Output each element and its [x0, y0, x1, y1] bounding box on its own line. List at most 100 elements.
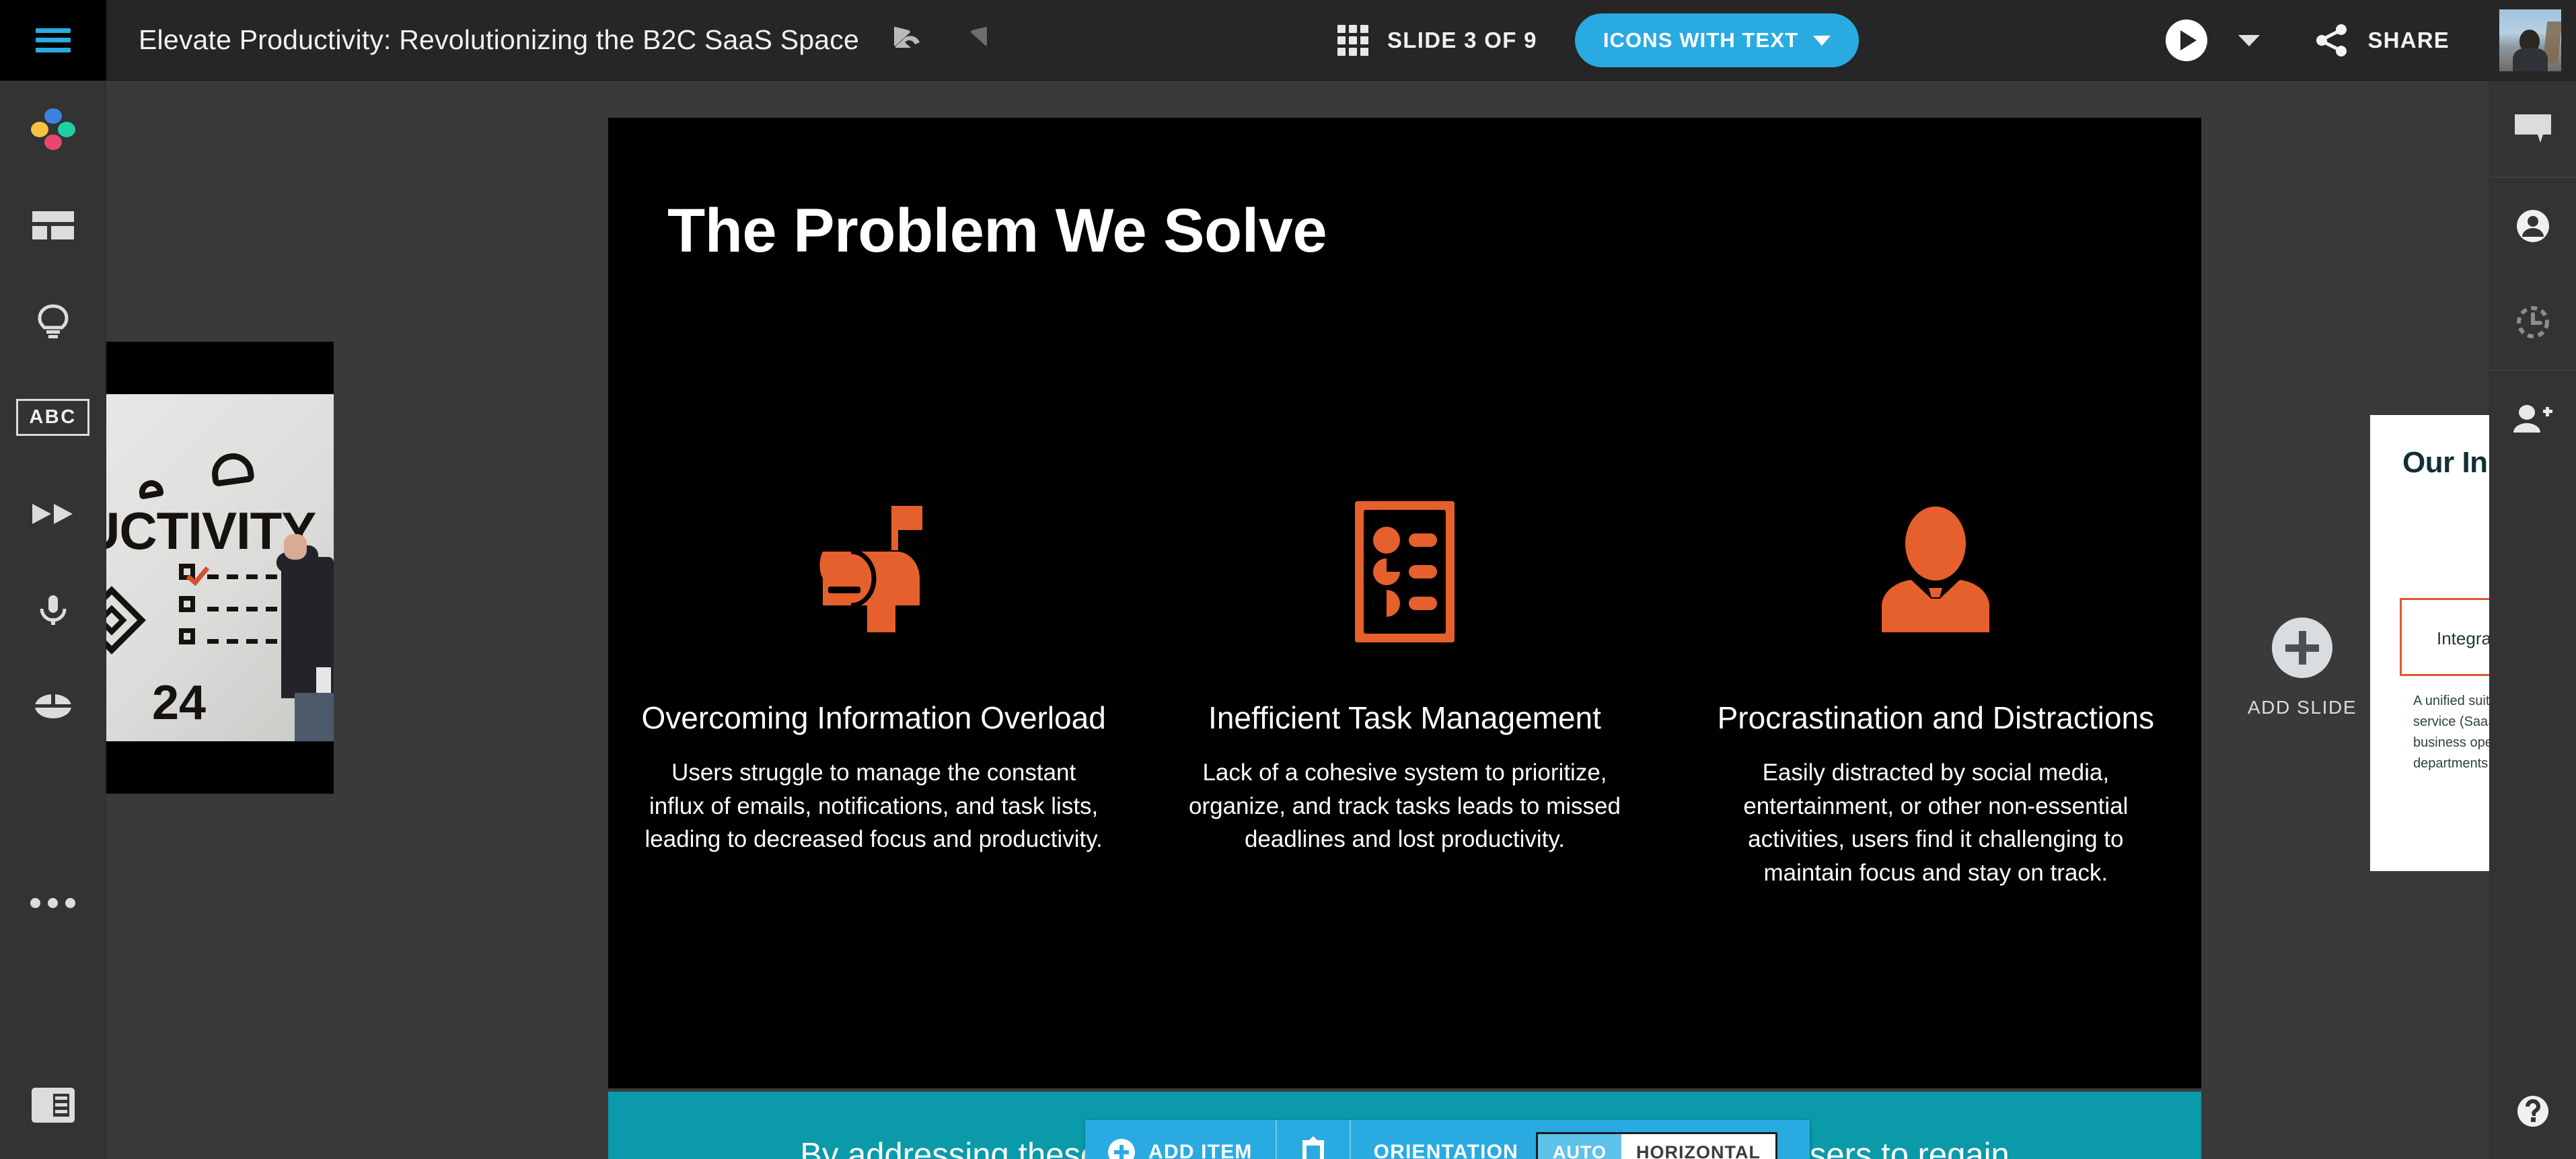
checklist-icon [1354, 501, 1455, 642]
main-menu-button[interactable] [0, 0, 106, 81]
sidebar-item-pointer[interactable] [0, 658, 106, 754]
column-title[interactable]: Procrastination and Distractions [1718, 700, 2154, 736]
column-title[interactable]: Overcoming Information Overload [642, 700, 1106, 736]
clipboard-icon [1302, 1136, 1324, 1159]
column-description[interactable]: Easily distracted by social media, enter… [1703, 756, 2168, 890]
sidebar-item-transitions[interactable] [0, 465, 106, 562]
undo-redo-group [887, 21, 994, 60]
undo-icon [893, 26, 920, 48]
undo-button[interactable] [887, 21, 926, 60]
presentation-editor: Elevate Productivity: Revolutionizing th… [0, 0, 2576, 1159]
grid-view-icon[interactable] [1337, 25, 1368, 56]
dashed-line-2 [207, 607, 287, 611]
top-toolbar: Elevate Productivity: Revolutionizing th… [0, 0, 2576, 81]
share-icon [2316, 24, 2347, 57]
more-horizontal-icon [30, 897, 40, 908]
share-button[interactable]: SHARE [2314, 22, 2450, 59]
slide-counter: SLIDE 3 OF 9 [1387, 28, 1537, 52]
avatar-body [2513, 48, 2548, 71]
next-slide-title: Our Innovative So [2402, 446, 2489, 479]
sidebar-item-colors[interactable] [0, 81, 106, 177]
checklist-icon-wrap [1354, 488, 1455, 656]
top-right-group: SHARE [2166, 0, 2576, 81]
slide-column-1[interactable]: Overcoming Information Overload Users st… [608, 488, 1139, 890]
right-toolbar [2489, 81, 2576, 1159]
add-item-label: ADD ITEM [1148, 1141, 1253, 1159]
slide-title[interactable]: The Problem We Solve [667, 196, 1327, 266]
slide-nav-group: SLIDE 3 OF 9 ICONS WITH TEXT [1337, 0, 1860, 81]
avatar[interactable] [2499, 9, 2561, 71]
slide-column-3[interactable]: Procrastination and Distractions Easily … [1670, 488, 2201, 890]
orientation-option-auto[interactable]: AUTO [1538, 1134, 1622, 1159]
orientation-segmented-control: AUTO HORIZONTAL [1536, 1132, 1778, 1159]
play-icon [2180, 30, 2197, 50]
notes-panel-button[interactable] [0, 1051, 106, 1159]
account-button[interactable] [2490, 178, 2576, 274]
paste-button[interactable] [1277, 1120, 1350, 1159]
layout-selector-button[interactable]: ICONS WITH TEXT [1574, 13, 1860, 67]
slide-columns: Overcoming Information Overload Users st… [608, 488, 2201, 890]
add-slide-button[interactable]: ADD SLIDE [2218, 618, 2386, 718]
lightbulb-icon [37, 303, 69, 338]
redo-icon [971, 26, 987, 46]
orientation-label: ORIENTATION [1373, 1141, 1519, 1159]
dashed-line-3 [207, 639, 287, 644]
redo-button[interactable] [955, 21, 994, 60]
slide-item-toolbar: ADD ITEM ORIENTATION AUTO HORIZONTAL [1085, 1120, 1810, 1159]
plus-circle-icon [1108, 1139, 1135, 1159]
notes-panel-icon [31, 1088, 75, 1123]
invite-button[interactable] [2490, 371, 2576, 467]
column-title[interactable]: Inefficient Task Management [1208, 700, 1601, 736]
column-description[interactable]: Lack of a cohesive system to prioritize,… [1173, 756, 1637, 856]
layout-selector-label: ICONS WITH TEXT [1603, 28, 1799, 52]
left-toolbar: ABC [0, 81, 106, 1159]
heart-doodle-small-icon [137, 478, 164, 500]
version-history-button[interactable] [2490, 274, 2576, 370]
sidebar-item-layout[interactable] [0, 177, 106, 273]
person-photo [273, 526, 334, 741]
checkbox-doodle-2 [179, 596, 195, 612]
comment-icon [2515, 114, 2551, 143]
help-icon [2517, 1095, 2548, 1127]
businessperson-icon [1882, 507, 1990, 632]
slide-column-2[interactable]: Inefficient Task Management Lack of a co… [1139, 488, 1670, 890]
abc-text-icon: ABC [16, 399, 89, 436]
next-slide-box-label: Integrated Platform [2437, 628, 2489, 648]
play-options-chevron-icon[interactable] [2238, 34, 2260, 46]
whiteboard-number: 24 [152, 676, 207, 730]
add-slide-label: ADD SLIDE [2247, 697, 2357, 718]
comments-button[interactable] [2490, 81, 2576, 177]
share-label: SHARE [2367, 28, 2450, 52]
account-icon [2517, 209, 2549, 242]
orientation-option-horizontal[interactable]: HORIZONTAL [1621, 1134, 1776, 1159]
sidebar-item-inspire[interactable] [0, 273, 106, 369]
hamburger-icon [36, 28, 71, 52]
next-slide-highlight-box: Integrated Platform [2400, 598, 2489, 676]
history-icon [2517, 305, 2549, 338]
checkbox-doodle-3 [179, 628, 195, 644]
dashed-line-1 [207, 574, 287, 579]
more-options-button[interactable] [0, 855, 106, 951]
document-title[interactable]: Elevate Productivity: Revolutionizing th… [139, 24, 859, 56]
plus-circle-icon [2272, 618, 2332, 678]
add-person-icon [2513, 404, 2552, 433]
next-slide-thumbnail[interactable]: Our Innovative So Integrated Platform A … [2370, 415, 2489, 871]
cursor-icon [34, 692, 71, 718]
add-item-button[interactable]: ADD ITEM [1085, 1120, 1276, 1159]
sidebar-item-voice[interactable] [0, 562, 106, 658]
whiteboard-photo: UCTIVITY 24 [106, 394, 334, 741]
column-description[interactable]: Users struggle to manage the constant in… [642, 756, 1106, 856]
next-slide-body-text: A unified suite of cloud-based software-… [2413, 694, 2489, 771]
sidebar-item-text[interactable]: ABC [0, 369, 106, 465]
theme-colors-icon [30, 108, 75, 150]
previous-slide-thumbnail[interactable]: UCTIVITY 24 [106, 342, 334, 794]
transitions-icon [32, 503, 73, 524]
help-button[interactable] [2490, 1063, 2576, 1159]
heart-doodle-icon [209, 450, 255, 488]
mailbox-icon-wrap [811, 488, 937, 656]
microphone-icon [40, 595, 66, 625]
play-button[interactable] [2166, 20, 2208, 61]
layout-icon [32, 211, 74, 239]
businessperson-icon-wrap [1878, 488, 1993, 656]
current-slide[interactable]: The Problem We Solve Overcoming Informat… [608, 118, 2201, 1159]
